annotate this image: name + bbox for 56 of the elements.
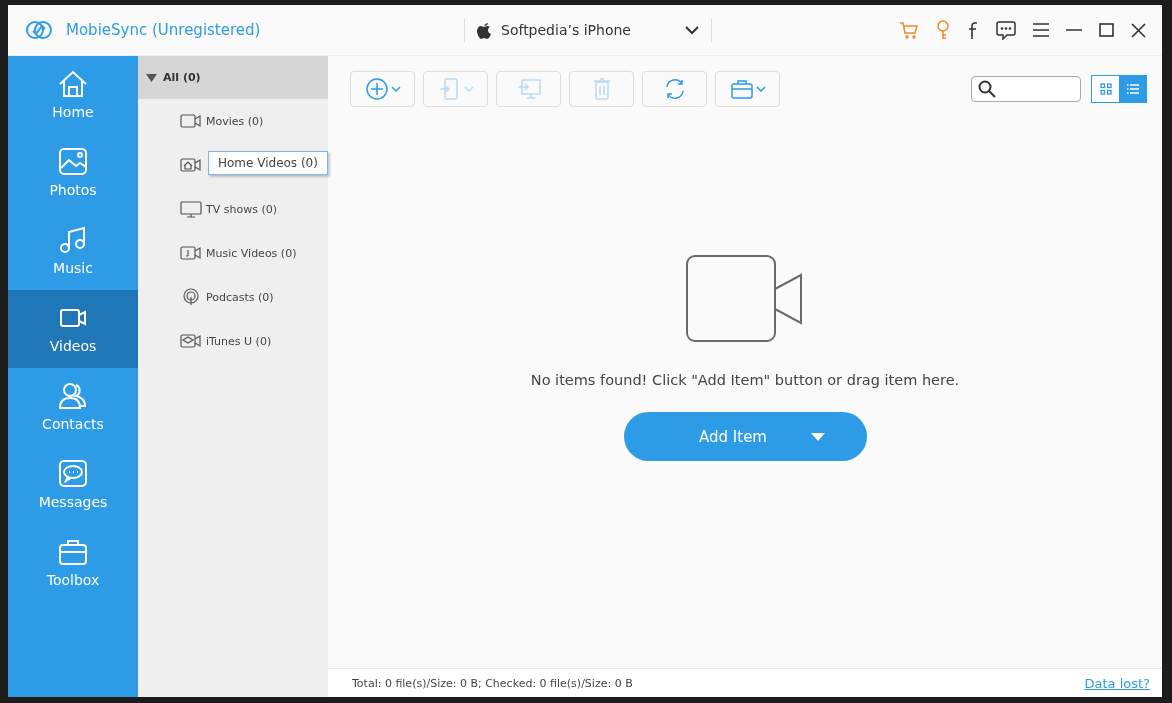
home-camera-icon [180,156,202,174]
toolbox-button[interactable] [715,71,780,107]
category-header[interactable]: All (0) [138,56,328,99]
search-icon [978,80,996,98]
sidebar-item[interactable]: Music [8,212,138,290]
plus-circle-icon [364,77,389,101]
grid-view-button[interactable] [1092,76,1119,102]
people-icon [58,382,88,410]
add-button[interactable] [350,71,415,107]
triangle-down-icon [811,432,825,441]
device-selector[interactable]: Softpedia’s iPhone [464,18,712,42]
sidebar-item[interactable]: Videos [8,290,138,368]
monitor-icon [180,200,202,218]
sidebar-item[interactable]: Messages [8,446,138,524]
category-item[interactable]: iTunes U (0) [206,334,272,348]
list-icon [1125,83,1140,95]
music-note-icon [58,226,88,254]
category-item[interactable]: TV shows (0) [206,202,277,216]
maximize-icon[interactable] [1099,23,1114,37]
music-camera-icon [180,244,202,262]
chat-icon[interactable] [996,20,1016,40]
apple-icon [477,21,491,39]
video-camera-icon [685,254,805,344]
sync-logo-icon [24,19,54,41]
podcast-icon [180,288,202,306]
status-summary: Total: 0 file(s)/Size: 0 B; Checked: 0 file(s)/Size: 0 B [352,676,633,690]
video-camera-icon [180,112,202,130]
add-item-button[interactable]: Add Item [623,412,867,461]
toolbox-icon [58,538,88,566]
data-lost-link[interactable]: Data lost? [1084,675,1150,691]
toolbox-icon [729,77,754,101]
category-item[interactable]: Podcasts (0) [206,290,274,304]
monitor-arrow-icon [516,77,541,101]
house-icon [58,70,88,98]
search-field[interactable] [971,76,1081,102]
sidebar-item[interactable]: Photos [8,134,138,212]
category-item[interactable]: Movies (0) [206,114,264,128]
category-item[interactable]: Music Videos (0) [206,246,297,260]
sidebar-item[interactable]: Toolbox [8,524,138,602]
key-icon[interactable] [936,20,950,40]
chevron-down-icon [685,25,699,35]
image-icon [58,148,88,176]
sidebar-item[interactable]: Home [8,56,138,134]
menu-icon[interactable] [1033,23,1049,37]
tooltip: Home Videos (0) [208,151,328,175]
facebook-icon[interactable] [967,21,979,39]
list-view-button[interactable] [1119,76,1146,102]
sidebar-item[interactable]: Contacts [8,368,138,446]
sync-button[interactable] [642,71,707,107]
close-icon[interactable] [1131,22,1146,38]
window-title: MobieSync (Unregistered) [66,21,261,39]
empty-message: No items found! Click "Add Item" button or drag item here. [530,372,960,388]
grid-icon [1098,83,1113,95]
chat-bubble-icon [58,460,88,488]
graduation-camera-icon [180,332,202,350]
cart-icon[interactable] [899,21,919,39]
